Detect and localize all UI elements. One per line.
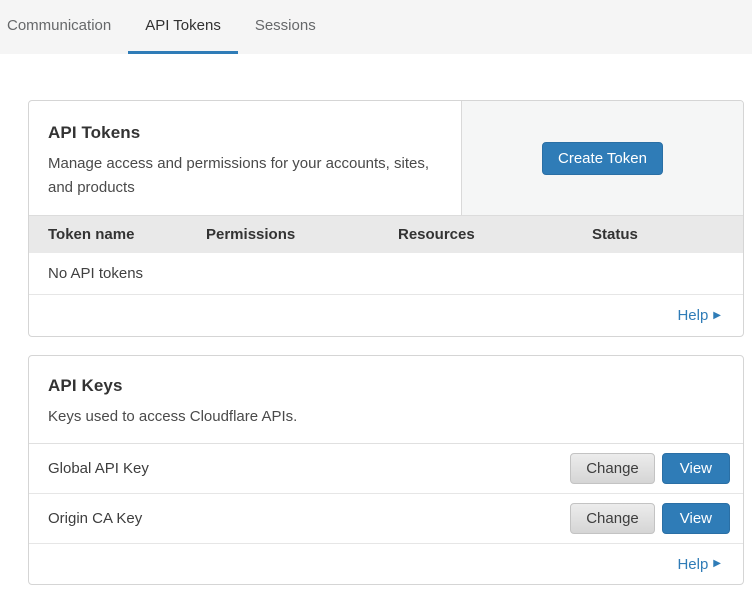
tokens-table-header: Token name Permissions Resources Status <box>29 215 743 253</box>
tab-sessions[interactable]: Sessions <box>238 0 333 54</box>
tab-communication[interactable]: Communication <box>0 0 128 54</box>
help-arrow-icon: ▶ <box>713 311 721 321</box>
profile-tabbar: Communication API Tokens Sessions <box>0 0 752 54</box>
help-link-label: Help <box>677 307 708 324</box>
api-keys-description: Keys used to access Cloudflare APIs. <box>48 405 724 429</box>
key-row-origin-ca-key: Origin CA Key Change View <box>29 494 743 544</box>
api-tokens-card-header: API Tokens Manage access and permissions… <box>29 101 743 215</box>
column-status: Status <box>592 226 724 243</box>
key-row-actions: Change View <box>570 503 730 534</box>
api-tokens-card-header-text: API Tokens Manage access and permissions… <box>29 101 461 215</box>
api-tokens-card-footer: Help ▶ <box>29 295 743 336</box>
api-tokens-help-link[interactable]: Help ▶ <box>677 307 721 324</box>
key-name-label: Global API Key <box>48 460 570 477</box>
api-keys-card-footer: Help ▶ <box>29 544 743 584</box>
change-global-api-key-button[interactable]: Change <box>570 453 655 484</box>
tokens-empty-message: No API tokens <box>48 265 143 282</box>
api-keys-card-header: API Keys Keys used to access Cloudflare … <box>29 356 743 444</box>
key-row-global-api-key: Global API Key Change View <box>29 444 743 494</box>
key-row-actions: Change View <box>570 453 730 484</box>
tab-api-tokens[interactable]: API Tokens <box>128 0 238 54</box>
view-origin-ca-key-button[interactable]: View <box>662 503 730 534</box>
tokens-empty-row: No API tokens <box>29 253 743 295</box>
help-arrow-icon: ▶ <box>713 559 721 569</box>
api-keys-card: API Keys Keys used to access Cloudflare … <box>28 355 744 585</box>
api-keys-title: API Keys <box>48 376 724 396</box>
api-tokens-description: Manage access and permissions for your a… <box>48 152 437 200</box>
api-tokens-action-panel: Create Token <box>461 101 743 215</box>
change-origin-ca-key-button[interactable]: Change <box>570 503 655 534</box>
api-tokens-title: API Tokens <box>48 123 437 143</box>
column-permissions: Permissions <box>206 226 398 243</box>
column-token-name: Token name <box>48 226 206 243</box>
api-keys-help-link[interactable]: Help ▶ <box>677 556 721 573</box>
api-tokens-card: API Tokens Manage access and permissions… <box>28 100 744 337</box>
help-link-label: Help <box>677 556 708 573</box>
key-name-label: Origin CA Key <box>48 510 570 527</box>
view-global-api-key-button[interactable]: View <box>662 453 730 484</box>
create-token-button[interactable]: Create Token <box>542 142 663 175</box>
column-resources: Resources <box>398 226 592 243</box>
